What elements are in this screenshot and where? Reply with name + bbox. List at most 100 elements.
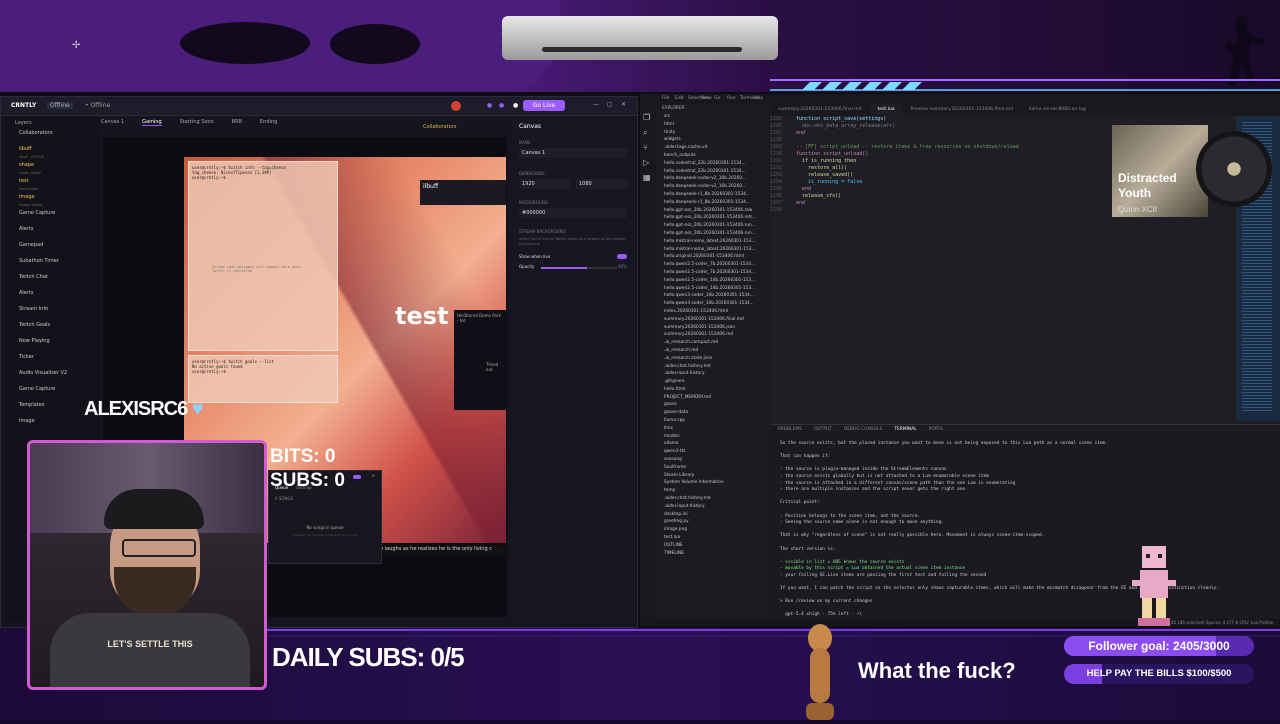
file-tree-item[interactable]: hello.gpt-oss_20b.20260301-153406.raw <box>664 207 770 215</box>
editor-tab[interactable]: Preview summary.20260301-153406.final.md <box>902 104 1020 115</box>
go-live-button[interactable]: Go Live <box>523 100 565 111</box>
file-tree-item[interactable]: seasong <box>664 456 770 464</box>
maximize-icon[interactable]: ▢ <box>607 101 613 108</box>
file-tree-item[interactable]: hello.qwen2.5-coder_14b.20260301-153... <box>664 285 770 293</box>
file-tree-item[interactable]: .aider.tags.cache.v4 <box>664 144 770 152</box>
file-tree-item[interactable]: .gitignore <box>664 378 770 386</box>
file-tree-item[interactable]: hello.gpt-oss_20b.20260301-153406.retr..… <box>664 214 770 222</box>
layer-item[interactable]: Game Capture <box>5 209 99 225</box>
file-tree-item[interactable]: hello.deepseek-coder-v2_16b.20260... <box>664 183 770 191</box>
file-tree-item[interactable]: TIMELINE <box>664 550 770 558</box>
file-tree-item[interactable]: hello.deepseek-r1_8b.20260301-1534... <box>664 191 770 199</box>
file-tree-item[interactable]: .ai_research.md <box>664 347 770 355</box>
file-tree-item[interactable]: PROJECT_MEMORY.md <box>664 394 770 402</box>
file-tree-item[interactable]: .aider.input.history <box>664 503 770 511</box>
file-tree-item[interactable]: hello.qwen2.5-coder_7b.20260301-1534... <box>664 269 770 277</box>
layer-item[interactable]: Now Playing <box>5 337 99 353</box>
file-tree-item[interactable]: hello.qwen3-coder_30b.20260301-1534... <box>664 300 770 308</box>
menu-item[interactable]: Go <box>714 96 720 101</box>
terminal-panel[interactable]: PROBLEMS OUTPUT DEBUG CONSOLE TERMINAL PORTS… <box>770 424 1280 621</box>
file-tree-item[interactable]: hello.qwen2.5-coder_7b.20260301-1534... <box>664 261 770 269</box>
file-tree-item[interactable]: .aider.input.history <box>664 370 770 378</box>
width-input[interactable]: 1920 <box>519 179 570 189</box>
layer-item[interactable]: Twitch Chat <box>5 273 99 289</box>
layer-item[interactable]: Alerts <box>5 289 99 305</box>
file-tree-item[interactable]: temp <box>664 487 770 495</box>
layer-item[interactable]: Audio Visualizer V2 <box>5 369 99 385</box>
layer-item[interactable]: Alerts <box>5 225 99 241</box>
mic-icon[interactable]: ● <box>487 102 492 109</box>
canvas-name-input[interactable]: Canvas 1 <box>519 148 627 158</box>
queue-toggle[interactable] <box>353 475 361 479</box>
file-tree-item[interactable]: hello.qwen2.5-coder_14b.20260301-153... <box>664 277 770 285</box>
close-icon[interactable]: ✕ <box>621 101 626 108</box>
menu-item[interactable]: File <box>662 96 670 101</box>
file-tree-item[interactable]: src <box>664 113 770 121</box>
explorer-icon[interactable]: ❐ <box>643 110 653 125</box>
file-tree-item[interactable]: hello.html <box>664 386 770 394</box>
search-icon[interactable]: ⌕ <box>643 125 653 140</box>
extensions-icon[interactable]: ▦ <box>643 170 653 185</box>
scene-tab[interactable]: Canvas 1 <box>101 119 124 125</box>
menu-item[interactable]: Help <box>753 96 763 101</box>
file-tree-item[interactable]: .aider.chat.history.md <box>664 495 770 503</box>
camera-icon[interactable]: ● <box>499 102 504 109</box>
file-tree-item[interactable]: hello.mistral-nemo_latest.20260301-153..… <box>664 246 770 254</box>
file-tree-item[interactable]: qwen3-tts <box>664 448 770 456</box>
file-tree-item[interactable]: Steam Library <box>664 472 770 480</box>
file-tree-item[interactable]: ollama <box>664 440 770 448</box>
file-tree-item[interactable]: goose-data <box>664 409 770 417</box>
file-tree-item[interactable]: desktop.ini <box>664 511 770 519</box>
layer-item[interactable]: Ticker <box>5 353 99 369</box>
file-tree-item[interactable]: greeting.py <box>664 518 770 526</box>
file-tree-item[interactable]: bench_outputs <box>664 152 770 160</box>
file-tree-item[interactable]: summary.20260301-153406.final.md <box>664 316 770 324</box>
editor-tab[interactable]: test.lua <box>869 104 903 115</box>
panel-tab[interactable]: PORTS <box>929 427 943 432</box>
file-tree-item[interactable]: hello.mistral-nemo_latest.20260301-153..… <box>664 238 770 246</box>
panel-tab[interactable]: TERMINAL <box>894 427 916 432</box>
queue-close-icon[interactable]: ✕ <box>372 473 375 478</box>
file-tree-item[interactable]: hello.codestral_22b.20260301-1534... <box>664 160 770 168</box>
menu-item[interactable]: View <box>701 96 712 101</box>
file-tree-item[interactable]: Soulframe <box>664 464 770 472</box>
file-tree-item[interactable]: .aider.chat.history.md <box>664 363 770 371</box>
file-tree-item[interactable]: System Volume Information <box>664 479 770 487</box>
layer-item[interactable]: shape Layer visible <box>5 161 99 177</box>
file-tree-item[interactable]: models <box>664 433 770 441</box>
panel-tab[interactable]: OUTPUT <box>814 427 832 432</box>
file-tree-item[interactable]: test.lua <box>664 534 770 542</box>
layer-item[interactable]: ilbuff ilbuff · ACTIVE <box>5 145 99 161</box>
file-tree-item[interactable]: image.png <box>664 526 770 534</box>
height-input[interactable]: 1080 <box>576 179 627 189</box>
file-tree-item[interactable]: hello.deepseek-coder-v2_16b.20260... <box>664 175 770 183</box>
scene-tab[interactable]: Starting Soon <box>180 119 214 125</box>
layer-item[interactable]: Collaborators <box>5 129 99 145</box>
file-tree-item[interactable]: hello.original.20260301-153406.html <box>664 253 770 261</box>
layer-item[interactable]: Twitch Goals <box>5 321 99 337</box>
file-tree-item[interactable]: .ai_research.state.json <box>664 355 770 363</box>
layer-item[interactable]: Subathon Timer <box>5 257 99 273</box>
scene-tab[interactable]: Gaming <box>142 119 162 126</box>
run-icon[interactable]: ▷ <box>643 155 653 170</box>
file-tree-item[interactable]: llama.cpp <box>664 417 770 425</box>
editor-tab[interactable]: summary.20260301-153406.final.md <box>770 104 870 115</box>
file-tree-item[interactable]: index.20260301-153406.html <box>664 308 770 316</box>
file-tree-item[interactable]: OUTLINE <box>664 542 770 550</box>
file-tree-item[interactable]: hello.gpt-oss_20b.20260301-153406.run... <box>664 222 770 230</box>
file-tree-item[interactable]: hello.qwen3-coder_30b.20260301-1534... <box>664 292 770 300</box>
layer-item[interactable]: test Text visible <box>5 177 99 193</box>
scene-tab[interactable]: BRB <box>232 119 242 125</box>
source-control-icon[interactable]: ⑂ <box>643 140 653 155</box>
file-tree-item[interactable]: summary.20260301-153406.md <box>664 331 770 339</box>
menu-item[interactable]: Edit <box>675 96 684 101</box>
scene-tab[interactable]: Ending <box>260 119 277 125</box>
menu-item[interactable]: Run <box>727 96 736 101</box>
file-tree-item[interactable]: llms <box>664 425 770 433</box>
panel-tab[interactable]: DEBUG CONSOLE <box>844 427 882 432</box>
file-tree-item[interactable]: html <box>664 121 770 129</box>
file-tree-item[interactable]: hello.gpt-oss_20b.20260301-153406.run... <box>664 230 770 238</box>
background-input[interactable]: #000000 <box>519 208 627 218</box>
record-icon[interactable]: ● <box>513 102 518 109</box>
file-tree-item[interactable]: Unity <box>664 129 770 137</box>
